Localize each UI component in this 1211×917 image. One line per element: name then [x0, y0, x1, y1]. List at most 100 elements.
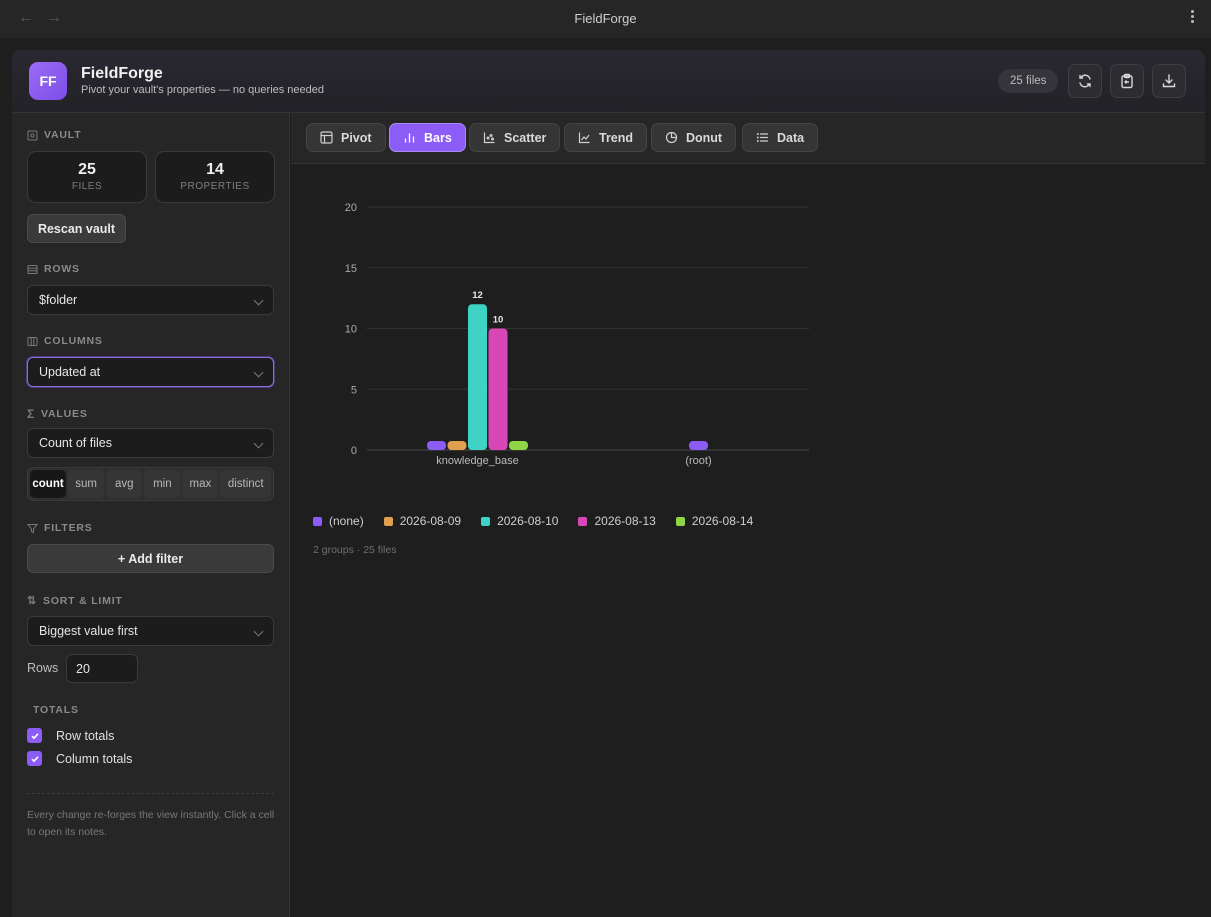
row-totals-checkbox[interactable]: Row totals [27, 728, 114, 743]
rows-icon [27, 264, 38, 274]
y-tick-label: 10 [345, 324, 357, 336]
chart-footnote: 2 groups · 25 files [313, 544, 397, 556]
x-tick-label: (root) [685, 455, 711, 467]
more-options-icon[interactable] [1191, 10, 1195, 25]
aggregation-min[interactable]: min [144, 470, 181, 498]
file-count-badge: 25 files [998, 69, 1059, 93]
legend-label: 2026-08-10 [497, 514, 559, 528]
columns-label: COLUMNS [44, 335, 103, 347]
tab-pivot[interactable]: Pivot [306, 123, 386, 152]
aggregation-sum[interactable]: sum [68, 470, 105, 498]
rows-limit-input[interactable]: 20 [66, 654, 138, 683]
app-name: FieldForge [81, 65, 163, 82]
legend-swatch [675, 516, 685, 526]
plugin-view: FF FieldForge Pivot your vault's propert… [12, 50, 1205, 917]
bar-(root)-(none) [689, 441, 708, 450]
tab-data-label: Data [777, 130, 805, 145]
legend-item[interactable]: 2026-08-13 [578, 514, 656, 528]
legend-label: 2026-08-14 [691, 514, 754, 528]
table-icon [320, 131, 333, 144]
trend-icon [578, 132, 590, 144]
rows-select-value: $folder [39, 293, 78, 307]
rows-section-header: ROWS [27, 263, 80, 275]
filters-label: FILTERS [44, 522, 93, 534]
legend-item[interactable]: (none) [313, 514, 364, 528]
chevron-down-icon [253, 367, 264, 378]
window-title: FieldForge [574, 11, 637, 26]
tab-trend-label: Trend [599, 130, 634, 145]
filters-section-header: FILTERS [27, 522, 93, 534]
legend-item[interactable]: 2026-08-10 [481, 514, 558, 528]
rows-select[interactable]: $folder [27, 285, 274, 315]
app-subtitle: Pivot your vault's properties — no queri… [81, 84, 325, 96]
aggregation-distinct[interactable]: distinct [220, 470, 271, 498]
aggregation-max[interactable]: max [182, 470, 219, 498]
tab-bars[interactable]: Bars [389, 123, 466, 152]
checkmark-icon [27, 728, 42, 743]
values-select[interactable]: Count of files [27, 428, 274, 458]
bar-knowledge_base-2026-08-10 [468, 304, 487, 450]
bar-chart-icon [404, 133, 415, 143]
sort-select-value: Biggest value first [39, 624, 138, 638]
tab-scatter-label: Scatter [504, 130, 547, 145]
bar-knowledge_base-(none) [427, 441, 446, 450]
data-label: 10 [493, 315, 504, 326]
list-icon [756, 132, 769, 143]
y-tick-label: 15 [345, 263, 357, 275]
aggregation-avg[interactable]: avg [106, 470, 143, 498]
rescan-vault-button[interactable]: Rescan vault [27, 214, 126, 243]
checkmark-icon [27, 751, 42, 766]
copy-button[interactable] [1110, 64, 1144, 98]
chevron-down-icon [253, 295, 264, 306]
values-select-value: Count of files [39, 436, 112, 450]
y-tick-label: 0 [351, 445, 357, 457]
values-label: VALUES [41, 408, 88, 420]
bar-knowledge_base-2026-08-09 [447, 441, 467, 450]
tab-pivot-label: Pivot [341, 130, 372, 145]
chevron-down-icon [253, 438, 264, 449]
aggregation-count[interactable]: count [30, 470, 67, 498]
properties-count: 14 [206, 161, 224, 178]
tab-trend[interactable]: Trend [564, 123, 648, 152]
y-tick-label: 5 [351, 384, 357, 396]
columns-select[interactable]: Updated at [27, 357, 274, 387]
values-section-header: Σ VALUES [27, 407, 88, 421]
main-panel: Pivot Bars Scatter Trend Donut Data 0 5 … [291, 113, 1205, 917]
filter-icon [27, 523, 38, 533]
refresh-icon [1079, 74, 1091, 88]
totals-section-header: TOTALS [33, 704, 79, 716]
tab-donut[interactable]: Donut [651, 123, 737, 152]
add-filter-button[interactable]: + Add filter [27, 544, 274, 573]
columns-section-header: COLUMNS [27, 335, 103, 347]
app-header: FF FieldForge Pivot your vault's propert… [12, 50, 1205, 113]
view-tabs: Pivot Bars Scatter Trend Donut Data [291, 113, 1205, 164]
tab-donut-label: Donut [686, 130, 723, 145]
tab-scatter[interactable]: Scatter [469, 123, 561, 152]
sort-select[interactable]: Biggest value first [27, 616, 274, 646]
tab-data[interactable]: Data [742, 123, 819, 152]
sort-section-header: ⇅ SORT & LIMIT [27, 594, 123, 608]
vault-label: VAULT [44, 129, 82, 141]
properties-label: PROPERTIES [180, 181, 250, 192]
properties-stat-card: 14 PROPERTIES [155, 151, 275, 203]
chevron-down-icon [253, 626, 264, 637]
aggregation-toggle: count sum avg min max distinct [27, 467, 274, 501]
legend-swatch [481, 516, 491, 526]
vault-icon [27, 130, 38, 140]
data-label: 12 [472, 290, 483, 301]
vault-section-header: VAULT [27, 129, 81, 141]
legend-item[interactable]: 2026-08-09 [383, 514, 461, 528]
window-titlebar: ← → FieldForge [0, 0, 1211, 38]
download-icon [1162, 74, 1176, 88]
legend-swatch [313, 516, 322, 526]
legend-label: (none) [329, 514, 364, 528]
columns-icon [27, 336, 38, 346]
rows-label: ROWS [44, 263, 80, 275]
legend-item[interactable]: 2026-08-14 [675, 514, 754, 528]
refresh-button[interactable] [1068, 64, 1102, 98]
files-stat-card: 25 FILES [27, 151, 147, 203]
download-button[interactable] [1152, 64, 1186, 98]
legend-swatch [578, 516, 588, 526]
donut-icon [665, 131, 678, 144]
column-totals-checkbox[interactable]: Column totals [27, 751, 132, 766]
